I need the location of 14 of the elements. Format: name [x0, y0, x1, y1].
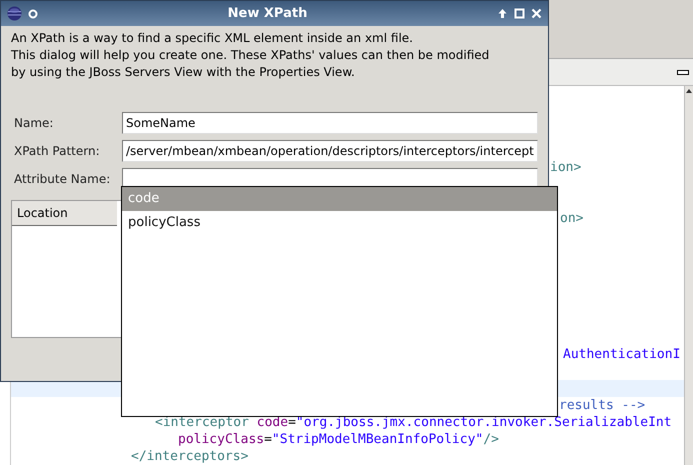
- minimize-icon[interactable]: [677, 68, 689, 76]
- arrow-up-icon[interactable]: [497, 8, 508, 19]
- input-field[interactable]: SomeName: [122, 112, 538, 134]
- column-header[interactable]: Location: [12, 201, 117, 226]
- maximize-icon[interactable]: [514, 8, 525, 19]
- field-label: Attribute Name:: [14, 172, 112, 186]
- globe-icon: [7, 6, 22, 21]
- field-label: Name:: [14, 116, 54, 130]
- close-icon[interactable]: [531, 8, 542, 19]
- description-text: An XPath is a way to find a specific XML element inside an xml file. This dialog will help you create one. These XPaths' values can then be modified by using the JBoss Servers View with the Properties View.: [10, 30, 490, 81]
- window-title: New XPath: [226, 6, 308, 21]
- circle-icon[interactable]: [28, 8, 38, 18]
- field-label: XPath Pattern:: [14, 144, 101, 158]
- input-field[interactable]: /server/mbean/xmbean/operation/descriptors/interceptors/intercept: [122, 140, 538, 162]
